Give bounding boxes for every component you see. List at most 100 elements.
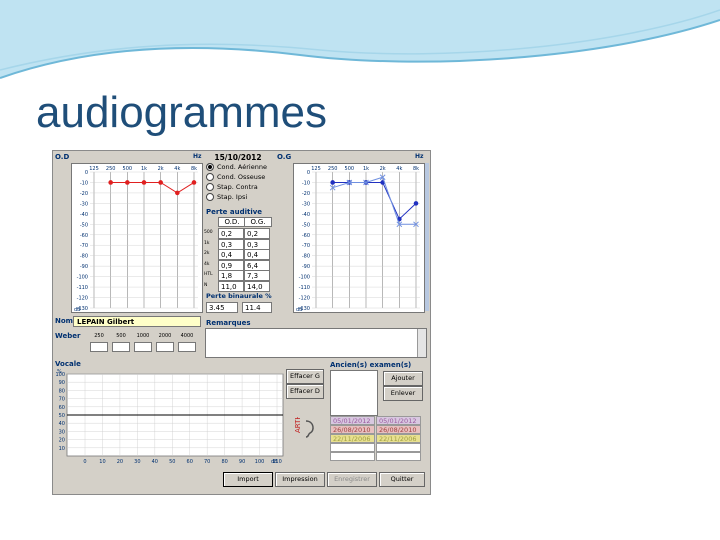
weber-grid: 250 500 1000 2000 4000 <box>89 333 199 355</box>
perte-binaurale-og[interactable]: 11.4 <box>242 302 272 313</box>
db-tick-label: -100 <box>77 275 88 281</box>
data-point-marker <box>158 180 163 185</box>
nom-label: Nom <box>55 317 73 325</box>
db-tick-label: -40 <box>302 212 310 218</box>
radio-button-icon[interactable] <box>206 173 214 181</box>
perte-auditive-title: Perte auditive <box>206 208 263 216</box>
perte-row-og-value[interactable]: 6,4 <box>244 259 270 271</box>
remarques-label: Remarques <box>206 319 251 327</box>
freq-tick-label: 4k <box>174 166 180 172</box>
history-empty-slot[interactable] <box>376 452 421 461</box>
perte-binaurale-od[interactable]: 3.45 <box>206 302 238 313</box>
vocale-y-tick-label: 90 <box>59 380 65 386</box>
vocale-x-tick-label: 30 <box>134 459 140 464</box>
db-tick-label: -50 <box>302 222 310 228</box>
perte-row-freq: 2k <box>204 251 210 256</box>
history-date-entry[interactable]: 05/01/2012 <box>376 416 421 425</box>
history-date-entry[interactable]: 22/11/2006 <box>376 434 421 443</box>
history-table: 05/01/2012 05/01/2012 26/08/2010 26/08/2010… <box>330 416 422 461</box>
data-point-marker <box>191 180 197 185</box>
conduction-radio-option[interactable]: Cond. Osseuse <box>206 173 265 181</box>
vocale-y-tick-label: 100 <box>55 372 65 378</box>
nom-field[interactable]: LEPAIN Gilbert <box>73 316 201 327</box>
db-tick-label: -10 <box>302 180 310 186</box>
db-tick-label: -80 <box>80 254 88 260</box>
weber-freq-label: 250 <box>94 333 104 339</box>
freq-tick-label: 125 <box>311 166 321 172</box>
right-ear-audiogram-chart[interactable]: 125 250 500 1k 2k 4k 8k 0 -10 -20 -30 -40 -50 -60 -70 -… <box>71 163 203 313</box>
conduction-radio-option[interactable]: Stap. Contra <box>206 183 258 191</box>
effacer-g-button[interactable]: Effacer G <box>286 369 324 384</box>
effacer-d-button[interactable]: Effacer D <box>286 384 324 399</box>
vocale-y-tick-label: 50 <box>59 413 65 419</box>
svg-text:ARTH: ARTH <box>294 417 302 433</box>
weber-input[interactable] <box>134 342 152 352</box>
quitter-button[interactable]: Quitter <box>379 472 425 487</box>
perte-row-og-value[interactable]: 0,2 <box>244 228 270 239</box>
series-line <box>332 176 416 225</box>
freq-tick-label: 500 <box>345 166 355 172</box>
data-point-marker <box>413 201 419 206</box>
history-empty-slot[interactable] <box>376 443 421 452</box>
series-line <box>332 181 417 220</box>
perte-row-og-value[interactable]: 7,3 <box>244 270 270 281</box>
history-date-entry[interactable]: 05/01/2012 <box>330 416 375 425</box>
radio-button-icon[interactable] <box>206 163 214 171</box>
db-tick-label: -20 <box>80 191 88 197</box>
ancien-examens-list[interactable] <box>330 370 378 416</box>
vocale-chart[interactable]: %1009080706050403020100 10 20 30 40 50 60 70 80 9… <box>53 368 285 464</box>
radio-button-icon[interactable] <box>206 183 214 191</box>
freq-tick-label: 4k <box>396 166 402 172</box>
vocale-x-tick-label: 90 <box>239 459 245 464</box>
freq-tick-label: 500 <box>123 166 133 172</box>
db-unit-label: dB <box>74 307 81 313</box>
perte-row-od-value[interactable]: 0,3 <box>218 238 244 250</box>
left-ear-audiogram-chart[interactable]: 125 250 500 1k 2k 4k 8k 0 -10 -20 -30 -40 -50 -60 -70 -… <box>293 163 425 313</box>
perte-row-od-value[interactable]: 0,2 <box>218 228 244 239</box>
history-date-entry[interactable]: 22/11/2006 <box>330 434 375 443</box>
ear-logo-icon: ARTH <box>294 417 314 438</box>
impression-button[interactable]: Impression <box>275 472 325 487</box>
radio-button-icon[interactable] <box>206 193 214 201</box>
data-point-marker <box>108 180 113 185</box>
weber-freq-label: 500 <box>116 333 126 339</box>
perte-row-od-value[interactable]: 0,4 <box>218 249 244 260</box>
perte-row-og-value[interactable]: 0,4 <box>244 249 270 260</box>
perte-row-od-value[interactable]: 11,0 <box>218 280 244 292</box>
weber-input[interactable] <box>156 342 174 352</box>
data-point-marker <box>330 180 335 185</box>
freq-tick-label: 8k <box>191 166 197 172</box>
perte-row-od-value[interactable]: 0,9 <box>218 259 244 271</box>
hz-label-right: Hz <box>193 153 202 160</box>
conduction-radio-option[interactable]: Stap. Ipsi <box>206 193 247 201</box>
perte-row-og-value[interactable]: 0,3 <box>244 238 270 250</box>
db-tick-label: -70 <box>302 243 310 249</box>
history-date-entry[interactable]: 26/08/2010 <box>376 425 421 434</box>
weber-input[interactable] <box>112 342 130 352</box>
weber-input[interactable] <box>178 342 196 352</box>
db-tick-label: -30 <box>80 201 88 207</box>
weber-input[interactable] <box>90 342 108 352</box>
audiogram-app-window: O.D Hz 125 250 500 1k 2k 4k 8k 0 -10 -20 -30 -40 -50… <box>52 150 431 495</box>
conduction-radio-option[interactable]: Cond. Aérienne <box>206 163 267 171</box>
perte-row-og-value[interactable]: 14,0 <box>244 280 270 292</box>
perte-row-freq: HTL <box>204 272 213 277</box>
history-empty-slot[interactable] <box>330 452 375 461</box>
enregistrer-button[interactable]: Enregistrer <box>327 472 377 487</box>
col-od-header: O.D. <box>218 217 246 227</box>
import-button[interactable]: Import <box>223 472 273 487</box>
history-date-entry[interactable]: 26/08/2010 <box>330 425 375 434</box>
remarques-textarea[interactable] <box>205 328 427 358</box>
freq-tick-label: 2k <box>380 166 386 172</box>
enlever-button[interactable]: Enlever <box>383 386 423 401</box>
vocale-x-tick-label: 60 <box>187 459 193 464</box>
weber-freq-label: 1000 <box>136 333 150 339</box>
weber-freq-label: 4000 <box>180 333 194 339</box>
freq-tick-label: 125 <box>89 166 99 172</box>
ajouter-button[interactable]: Ajouter <box>383 371 423 386</box>
history-empty-slot[interactable] <box>330 443 375 452</box>
right-scrollbar[interactable] <box>425 163 429 311</box>
remarques-scrollbar[interactable] <box>417 329 426 357</box>
perte-row-od-value[interactable]: 1,8 <box>218 270 244 281</box>
perte-auditive-table: 500 0,2 0,2 1k 0,3 0,3 2k 0,4 0,4 4k 0,9 6,4 HTL 1,8 7… <box>204 228 274 298</box>
